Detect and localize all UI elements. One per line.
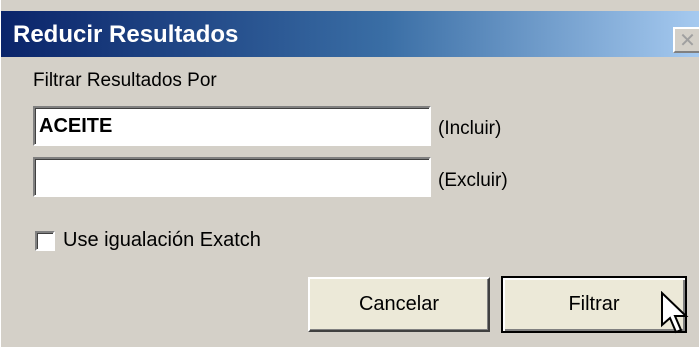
- close-button[interactable]: ✕: [673, 27, 699, 53]
- exclude-input[interactable]: [33, 157, 431, 197]
- exact-match-label[interactable]: Use igualación Exatch: [63, 229, 261, 252]
- filter-by-label: Filtrar Resultados Por: [33, 70, 217, 91]
- exact-match-checkbox[interactable]: [35, 231, 55, 251]
- arrow-pointer-icon: [661, 291, 689, 334]
- exclude-label: (Excluir): [438, 170, 508, 191]
- window-bottom-edge: [1, 343, 699, 347]
- dialog-title: Reducir Resultados: [13, 21, 239, 48]
- include-label: (Incluir): [438, 118, 502, 139]
- include-input[interactable]: [33, 106, 431, 146]
- cancel-button[interactable]: Cancelar: [308, 277, 490, 332]
- reducir-resultados-dialog: Reducir Resultados ✕ Filtrar Resultados …: [0, 0, 699, 347]
- close-icon: ✕: [679, 28, 696, 52]
- title-bar[interactable]: Reducir Resultados ✕: [1, 11, 699, 57]
